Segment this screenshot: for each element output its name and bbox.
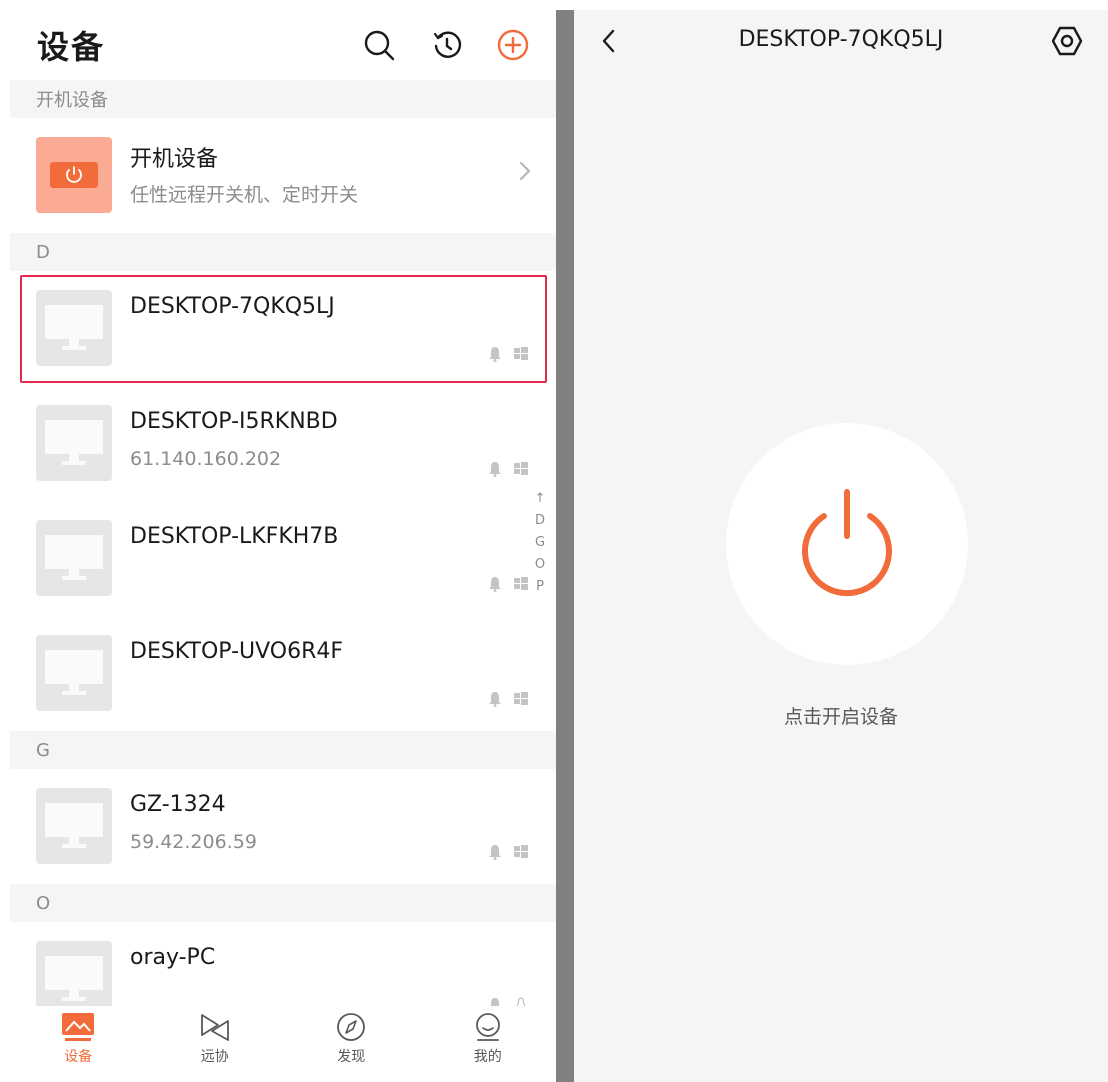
power-device-row[interactable]: 开机设备 任性远程开关机、定时开关 [10, 118, 556, 233]
history-icon[interactable] [428, 26, 466, 64]
index-letter[interactable]: O [535, 554, 545, 576]
tab-label: 我的 [473, 1049, 502, 1065]
tab-profile[interactable]: 我的 [420, 1006, 557, 1082]
remote-assist-icon [200, 1014, 229, 1041]
index-letter[interactable]: P [536, 576, 544, 598]
device-thumb [36, 788, 112, 864]
power-icon [50, 162, 98, 188]
monitor-icon [45, 420, 103, 465]
bottom-tab-bar: 设备 远协 发现 我的 [10, 1006, 556, 1082]
windows-icon [514, 347, 528, 360]
device-name: DESKTOP-UVO6R4F [130, 639, 344, 664]
device-name: DESKTOP-I5RKNBD [130, 409, 338, 434]
index-letter[interactable]: D [535, 510, 545, 532]
power-device-desc: 任性远程开关机、定时开关 [130, 184, 359, 206]
power-device-name: 开机设备 [130, 147, 219, 172]
page-title: 设备 [37, 28, 106, 66]
device-thumb [36, 635, 112, 711]
device-ip: 59.42.206.59 [130, 831, 257, 853]
tab-discover[interactable]: 发现 [283, 1006, 420, 1082]
device-thumb [36, 520, 112, 596]
monitor-icon [45, 956, 103, 1001]
device-name: oray-PC [130, 945, 216, 970]
bell-icon [489, 845, 501, 860]
windows-icon [514, 692, 528, 705]
device-thumb [36, 405, 112, 481]
device-name: DESKTOP-LKFKH7B [130, 524, 339, 549]
device-thumb [36, 290, 112, 366]
power-button[interactable] [726, 423, 968, 665]
bell-icon [489, 577, 501, 592]
section-header: O [10, 884, 556, 922]
split-divider[interactable] [556, 10, 574, 1082]
device-row[interactable]: DESKTOP-UVO6R4F [10, 616, 556, 731]
compass-icon [337, 1013, 366, 1041]
chevron-right-icon [518, 160, 532, 186]
monitor-icon [45, 650, 103, 695]
index-letter[interactable]: G [535, 532, 545, 554]
bell-icon [489, 462, 501, 477]
app-root: 设备 开机设备 开机设备 任性远程开关机、定时开关 D DESKTOP-7QKQ… [0, 0, 1108, 1082]
tab-remote-assist[interactable]: 远协 [147, 1006, 284, 1082]
devices-icon [62, 1013, 95, 1041]
device-list-pane: 设备 开机设备 开机设备 任性远程开关机、定时开关 D DESKTOP-7QKQ… [10, 10, 556, 1082]
add-icon[interactable] [494, 26, 532, 64]
power-device-thumb [36, 137, 112, 213]
monitor-icon [45, 535, 103, 580]
windows-icon [514, 462, 528, 475]
device-name: GZ-1324 [130, 792, 226, 817]
section-header: G [10, 731, 556, 769]
settings-icon[interactable] [1050, 24, 1084, 62]
monitor-icon [45, 803, 103, 848]
alphabet-index-bar[interactable]: ↑ D G O P [532, 488, 548, 598]
profile-icon [475, 1013, 500, 1041]
section-header: 开机设备 [10, 80, 556, 118]
bell-icon [489, 347, 501, 362]
power-hint-text: 点击开启设备 [783, 706, 898, 728]
tab-label: 设备 [64, 1049, 93, 1065]
device-detail-pane: DESKTOP-7QKQ5LJ 点击开启设备 [574, 10, 1108, 1082]
index-arrow[interactable]: ↑ [535, 488, 546, 510]
device-ip: 61.140.160.202 [130, 448, 282, 470]
device-row[interactable]: DESKTOP-I5RKNBD 61.140.160.202 [10, 386, 556, 501]
device-row[interactable]: DESKTOP-7QKQ5LJ [10, 271, 556, 386]
detail-header: DESKTOP-7QKQ5LJ [574, 10, 1108, 74]
power-icon [802, 489, 892, 597]
top-bar: 设备 [10, 10, 556, 80]
section-header: D [10, 233, 556, 271]
search-icon[interactable] [360, 26, 398, 64]
device-row[interactable]: GZ-1324 59.42.206.59 [10, 769, 556, 884]
device-row[interactable]: DESKTOP-LKFKH7B [10, 501, 556, 616]
bell-icon [489, 692, 501, 707]
tab-devices[interactable]: 设备 [10, 1006, 147, 1082]
detail-title: DESKTOP-7QKQ5LJ [738, 27, 944, 52]
tab-label: 发现 [337, 1049, 366, 1065]
device-name: DESKTOP-7QKQ5LJ [130, 294, 335, 319]
monitor-icon [45, 305, 103, 350]
tab-label: 远协 [200, 1049, 229, 1065]
windows-icon [514, 577, 528, 590]
windows-icon [514, 845, 528, 858]
